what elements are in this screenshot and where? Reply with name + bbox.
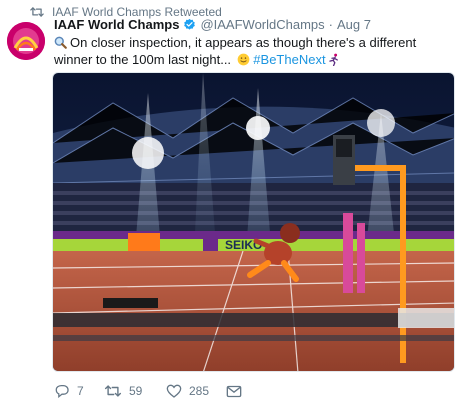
avatar[interactable] bbox=[7, 22, 45, 60]
heart-icon bbox=[166, 384, 182, 398]
like-count: 285 bbox=[189, 384, 210, 398]
tweet-header: IAAF World Champs @IAAFWorldChamps · Aug… bbox=[54, 17, 371, 32]
author-display-name[interactable]: IAAF World Champs bbox=[54, 17, 179, 32]
author-handle[interactable]: @IAAFWorldChamps bbox=[200, 17, 324, 32]
tweet-text: On closer inspection, it appears as thou… bbox=[54, 34, 450, 68]
smiling-face-icon bbox=[237, 53, 250, 66]
retweet-button[interactable]: 59 bbox=[104, 384, 166, 398]
header-separator: · bbox=[328, 17, 333, 32]
tweet-photo[interactable]: SEIKO bbox=[52, 72, 455, 372]
verified-badge-icon bbox=[183, 18, 196, 31]
avatar-icon bbox=[7, 22, 45, 60]
reply-count: 7 bbox=[77, 384, 84, 398]
reply-button[interactable]: 7 bbox=[54, 384, 104, 398]
envelope-icon bbox=[226, 385, 242, 397]
tweet-body-text: On closer inspection, it appears as thou… bbox=[54, 35, 417, 67]
retweet-icon bbox=[30, 6, 44, 18]
runner-icon bbox=[328, 53, 340, 66]
retweet-action-icon bbox=[104, 385, 122, 397]
direct-message-button[interactable] bbox=[226, 385, 246, 398]
tweet-actions: 7 59 285 bbox=[54, 382, 246, 400]
retweet-count: 59 bbox=[129, 384, 143, 398]
tweet-date[interactable]: Aug 7 bbox=[337, 17, 371, 32]
magnifying-glass-icon bbox=[54, 36, 67, 49]
like-button[interactable]: 285 bbox=[166, 384, 226, 398]
reply-icon bbox=[55, 384, 69, 398]
stadium-photo: SEIKO bbox=[53, 73, 454, 371]
hashtag-link[interactable]: #BeTheNext bbox=[253, 52, 325, 67]
